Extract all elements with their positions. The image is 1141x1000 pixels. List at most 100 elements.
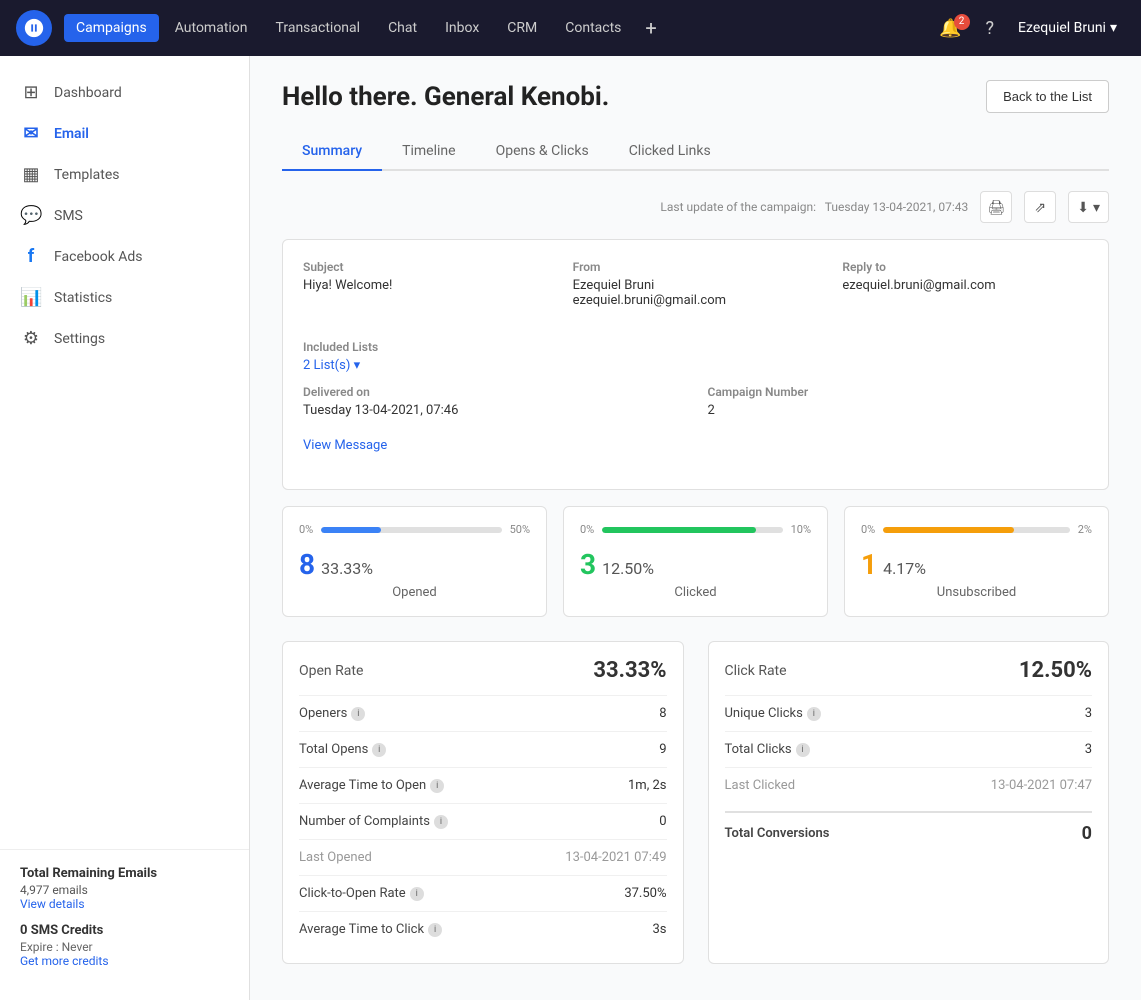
- back-to-list-button[interactable]: Back to the List: [986, 80, 1109, 113]
- dropdown-arrow-icon: ▾: [354, 358, 361, 373]
- sidebar-label-sms: SMS: [54, 208, 83, 224]
- sidebar-item-templates[interactable]: ▦ Templates: [0, 154, 249, 195]
- stat-card-opened: 0% 50% 8 33.33% Opened: [282, 506, 547, 617]
- opened-progress-bar: [321, 527, 381, 533]
- metric-last-clicked: Last Clicked 13-04-2021 07:47: [725, 767, 1093, 803]
- nav-chat[interactable]: Chat: [376, 14, 429, 42]
- nav-plus[interactable]: +: [637, 12, 664, 44]
- stat-card-clicked: 0% 10% 3 12.50% Clicked: [563, 506, 828, 617]
- metric-cto-rate: Click-to-Open Rate i 37.50%: [299, 875, 667, 911]
- clicked-number: 3: [580, 548, 596, 581]
- sidebar-label-email: Email: [54, 126, 89, 142]
- click-rate-panel: Click Rate 12.50% Unique Clicks i 3 Tota…: [708, 641, 1110, 964]
- top-navigation: Campaigns Automation Transactional Chat …: [0, 0, 1141, 56]
- view-message-link[interactable]: View Message: [303, 438, 387, 453]
- avg-time-click-val: 3s: [652, 922, 666, 937]
- included-lists-label: Included Lists: [303, 340, 1088, 354]
- tab-clicked-links[interactable]: Clicked Links: [609, 133, 731, 171]
- topnav-actions: 🔔 2 ? Ezequiel Bruni ▾: [931, 14, 1125, 43]
- user-menu[interactable]: Ezequiel Bruni ▾: [1010, 16, 1125, 40]
- opened-progress-bar-wrap: [321, 527, 501, 533]
- metric-avg-time-click: Average Time to Click i 3s: [299, 911, 667, 947]
- unsub-number: 1: [861, 548, 877, 581]
- nav-campaigns[interactable]: Campaigns: [64, 14, 159, 42]
- download-button[interactable]: ⬇ ▾: [1068, 191, 1109, 223]
- reply-to-block: Reply to ezequiel.bruni@gmail.com: [842, 260, 1088, 308]
- clicked-progress-row: 0% 10%: [580, 523, 811, 536]
- avg-time-click-key: Average Time to Click i: [299, 922, 442, 937]
- page-header: Hello there. General Kenobi. Back to the…: [282, 80, 1109, 113]
- from-email: ezequiel.bruni@gmail.com: [573, 293, 819, 308]
- sidebar-label-facebook-ads: Facebook Ads: [54, 249, 143, 265]
- share-button[interactable]: ⇗: [1024, 191, 1056, 223]
- print-button[interactable]: 🖨: [980, 191, 1012, 223]
- subject-block: Subject Hiya! Welcome!: [303, 260, 549, 308]
- metric-complaints: Number of Complaints i 0: [299, 803, 667, 839]
- view-details-link[interactable]: View details: [20, 897, 229, 911]
- sidebar-item-sms[interactable]: 💬 SMS: [0, 195, 249, 236]
- sidebar-label-statistics: Statistics: [54, 290, 112, 306]
- metric-total-conversions: Total Conversions 0: [725, 811, 1093, 854]
- sidebar-item-statistics[interactable]: 📊 Statistics: [0, 277, 249, 318]
- total-conversions-key: Total Conversions: [725, 826, 830, 841]
- nav-crm[interactable]: CRM: [495, 14, 549, 42]
- opened-number: 8: [299, 548, 315, 581]
- sidebar-item-facebook-ads[interactable]: f Facebook Ads: [0, 236, 249, 277]
- delivered-on-label: Delivered on: [303, 385, 684, 399]
- get-more-credits-link[interactable]: Get more credits: [20, 954, 229, 968]
- opened-value-row: 8 33.33%: [299, 548, 530, 581]
- from-block: From Ezequiel Bruni ezequiel.bruni@gmail…: [573, 260, 819, 308]
- sidebar-sms-credits: 0 SMS Credits Expire : Never Get more cr…: [20, 923, 229, 968]
- user-name: Ezequiel Bruni: [1018, 20, 1106, 36]
- openers-val: 8: [659, 706, 666, 721]
- reply-to-label: Reply to: [842, 260, 1088, 274]
- sidebar-item-settings[interactable]: ⚙ Settings: [0, 318, 249, 359]
- page-title: Hello there. General Kenobi.: [282, 82, 609, 112]
- help-button[interactable]: ?: [978, 14, 1003, 43]
- total-opens-key: Total Opens i: [299, 742, 386, 757]
- tab-summary[interactable]: Summary: [282, 133, 382, 171]
- opened-progress-row: 0% 50%: [299, 523, 530, 536]
- complaints-val: 0: [659, 814, 666, 829]
- metric-openers: Openers i 8: [299, 695, 667, 731]
- last-update-label: Last update of the campaign: Tuesday 13-…: [660, 200, 968, 214]
- unsub-progress-bar: [883, 527, 1014, 533]
- email-icon: ✉: [20, 123, 42, 144]
- complaints-key: Number of Complaints i: [299, 814, 448, 829]
- nav-inbox[interactable]: Inbox: [433, 14, 491, 42]
- openers-info-icon: i: [351, 707, 365, 721]
- total-clicks-val: 3: [1085, 742, 1092, 757]
- clicked-progress-bar: [602, 527, 755, 533]
- sidebar-item-email[interactable]: ✉ Email: [0, 113, 249, 154]
- sidebar: ⊞ Dashboard ✉ Email ▦ Templates 💬 SMS f …: [0, 56, 250, 1000]
- unsub-progress-bar-wrap: [883, 527, 1070, 533]
- complaints-info-icon: i: [434, 815, 448, 829]
- nav-contacts[interactable]: Contacts: [553, 14, 633, 42]
- last-clicked-key: Last Clicked: [725, 778, 796, 793]
- last-clicked-val: 13-04-2021 07:47: [991, 778, 1092, 793]
- notification-bell[interactable]: 🔔 2: [931, 14, 969, 43]
- clicked-progress-bar-wrap: [602, 527, 782, 533]
- unique-clicks-val: 3: [1085, 706, 1092, 721]
- included-lists-link[interactable]: 2 List(s) ▾: [303, 358, 1088, 373]
- unique-clicks-info-icon: i: [807, 707, 821, 721]
- tab-timeline[interactable]: Timeline: [382, 133, 475, 171]
- metrics-section: Open Rate 33.33% Openers i 8 Total Opens…: [282, 641, 1109, 964]
- nav-transactional[interactable]: Transactional: [264, 14, 373, 42]
- openers-key: Openers i: [299, 706, 365, 721]
- sidebar-item-dashboard[interactable]: ⊞ Dashboard: [0, 72, 249, 113]
- avg-time-click-info-icon: i: [428, 923, 442, 937]
- settings-icon: ⚙: [20, 328, 42, 349]
- nav-automation[interactable]: Automation: [163, 14, 260, 42]
- from-label: From: [573, 260, 819, 274]
- delivered-on-block: Delivered on Tuesday 13-04-2021, 07:46: [303, 385, 684, 418]
- campaign-details-card: Subject Hiya! Welcome! From Ezequiel Bru…: [282, 239, 1109, 490]
- app-logo[interactable]: [16, 10, 52, 46]
- tab-opens-clicks[interactable]: Opens & Clicks: [476, 133, 609, 171]
- stat-cards: 0% 50% 8 33.33% Opened 0%: [282, 506, 1109, 617]
- subject-label: Subject: [303, 260, 549, 274]
- campaign-number-value: 2: [708, 403, 1089, 418]
- sms-credits-expire: Expire : Never: [20, 940, 229, 954]
- campaign-number-label: Campaign Number: [708, 385, 1089, 399]
- unsub-label: Unsubscribed: [861, 585, 1092, 600]
